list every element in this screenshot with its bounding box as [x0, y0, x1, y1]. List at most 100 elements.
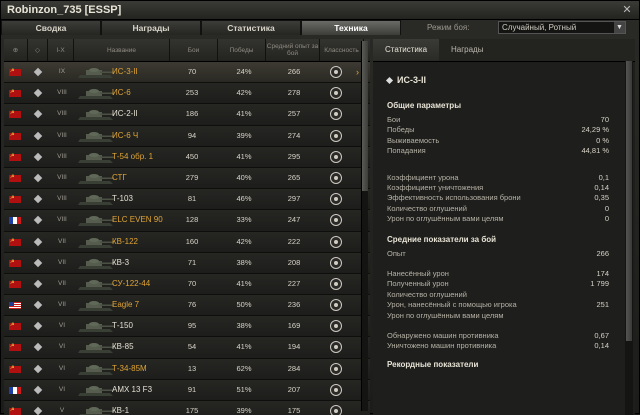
table-row[interactable]: VI Т-34-85М 13 62% 284 [4, 358, 370, 380]
table-row[interactable]: VIII Т-54 обр. 1 450 41% 295 [4, 146, 370, 168]
table-row[interactable]: VIII ИС-2-II 186 41% 257 [4, 104, 370, 126]
stat-label: Победы [387, 125, 415, 135]
tab-vehicles[interactable]: Техника [301, 20, 401, 35]
stat-value: 174 [596, 269, 609, 278]
avg-exp-value: 266 [287, 67, 301, 76]
battles-value: 175 [185, 406, 199, 415]
stat-label: Количество оглушений [387, 289, 467, 299]
column-avg-exp[interactable]: Средний опыт за бой [266, 39, 320, 61]
avg-exp-value: 265 [287, 172, 301, 182]
tank-image [76, 339, 116, 356]
panel-body: ИС-3-II Общие параметры Бои 70 Победы 24,29… [373, 61, 625, 415]
table-row[interactable]: V КВ-1 175 39% 175 [4, 401, 370, 415]
avg-exp-value: 169 [287, 321, 301, 331]
avg-exp-value: 278 [287, 88, 301, 98]
table-row[interactable]: VII КВ-122 160 42% 222 [4, 231, 370, 253]
section-general: Общие параметры [387, 101, 462, 110]
wins-value: 39% [236, 130, 252, 140]
battles-value: 71 [187, 257, 197, 267]
tab-awards[interactable]: Награды [101, 20, 201, 35]
section-average: Средние показатели за бой [387, 234, 497, 244]
tier-label: V [59, 407, 65, 414]
stat-line: Полученный урон 1 799 [387, 279, 609, 289]
vehicle-name: КВ-1 [112, 406, 130, 415]
mastery-badge-icon [330, 277, 342, 290]
tier-label: VI [58, 385, 66, 393]
vehicle-name: Eagle 7 [112, 300, 140, 310]
nation-flag-icon [9, 237, 21, 246]
stat-label: Урон по оглушённым вами целям [387, 310, 504, 320]
table-row[interactable]: VIII ИС-6 253 42% 278 [4, 83, 370, 105]
table-row[interactable]: VIII Т-103 81 46% 297 [4, 189, 370, 211]
tank-type-icon [33, 131, 43, 140]
table-row[interactable]: VII Eagle 7 76 50% 236 [4, 295, 370, 317]
battles-value: 253 [185, 88, 199, 98]
panel-scrollbar[interactable] [625, 61, 633, 415]
stat-label: Нанесённый урон [387, 269, 449, 278]
table-row[interactable]: VII КВ-3 71 38% 208 [4, 252, 370, 274]
column-battles[interactable]: Бои [170, 39, 218, 61]
stat-value: 0,1 [598, 172, 609, 182]
tier-label: VI [58, 322, 66, 330]
chevron-down-icon: ▼ [614, 22, 625, 33]
battles-value: 70 [187, 67, 197, 76]
nation-flag-icon [9, 321, 21, 331]
tank-type-icon [33, 322, 43, 331]
stat-value: 266 [596, 248, 609, 258]
vehicle-name: ИС-6 Ч [112, 130, 139, 140]
table-row[interactable]: VIII ELC EVEN 90 128 33% 247 [4, 210, 370, 232]
nation-flag-icon [9, 364, 21, 373]
table-row[interactable]: VI КВ-85 54 41% 194 [4, 337, 370, 359]
panel-tab-statistics[interactable]: Статистика [373, 39, 440, 61]
table-scrollbar[interactable] [361, 41, 368, 411]
wins-value: 38% [236, 257, 252, 267]
vehicle-name: Т-34-85М [112, 363, 147, 373]
table-row[interactable]: VIII СТГ 279 40% 265 [4, 167, 370, 190]
stat-line: Нанесённый урон 174 [387, 269, 609, 279]
battles-value: 76 [187, 300, 197, 310]
panel-scroll-thumb[interactable] [626, 61, 632, 341]
stat-line: Обнаружено машин противника 0,67 [387, 331, 609, 341]
mastery-badge-icon [330, 362, 342, 375]
stat-line: Урон, нанесённый с помощью игрока 251 [387, 300, 609, 310]
wins-value: 38% [236, 321, 252, 331]
tank-type-icon [33, 194, 43, 204]
wins-value: 33% [236, 215, 252, 225]
title-bar: Robinzon_735 [ESSP] ✕ [1, 1, 639, 20]
battles-value: 279 [185, 172, 199, 182]
avg-exp-value: 257 [287, 109, 301, 119]
stat-value: 0 [604, 203, 609, 213]
tank-type-icon [33, 279, 43, 289]
tank-image [76, 128, 116, 145]
column-name[interactable]: Название [74, 39, 170, 61]
panel-tab-awards[interactable]: Награды [439, 39, 495, 61]
table-row[interactable]: IX ИС-3-II 70 24% 266 › [4, 62, 370, 84]
table-row[interactable]: VI AMX 13 F3 91 51% 207 [4, 379, 370, 401]
wins-value: 62% [236, 363, 252, 373]
tab-statistics[interactable]: Статистика [201, 20, 301, 35]
table-row[interactable]: VI Т-150 95 38% 169 [4, 316, 370, 338]
tab-summary[interactable]: Сводка [1, 20, 101, 35]
nation-sort-icon[interactable]: ⊕ [4, 39, 28, 61]
nation-flag-icon [9, 217, 21, 225]
close-icon[interactable]: ✕ [621, 4, 633, 16]
vehicle-name: ИС-3-II [397, 75, 426, 85]
column-class[interactable]: Классность [320, 39, 364, 61]
tank-image [76, 191, 116, 208]
stat-label: Эффективность использования брони [387, 193, 521, 203]
column-wins[interactable]: Победы [218, 39, 266, 61]
avg-exp-value: 222 [287, 236, 301, 246]
tank-type-icon [33, 67, 43, 77]
nation-flag-icon [9, 194, 21, 204]
tier-sort-icon[interactable]: I-X [48, 39, 74, 61]
table-row[interactable]: VIII ИС-6 Ч 94 39% 274 [4, 125, 370, 147]
tier-label: VIII [57, 216, 67, 224]
tank-type-icon [33, 216, 43, 225]
scroll-thumb[interactable] [362, 41, 368, 191]
table-row[interactable]: VII СУ-122-44 70 41% 227 [4, 273, 370, 296]
vehicle-title: ИС-3-II [385, 75, 426, 85]
battle-mode-dropdown[interactable]: Случайный, Ротный ▼ [498, 21, 626, 34]
mastery-badge-icon [330, 150, 342, 163]
type-sort-icon[interactable]: ◇ [28, 39, 48, 61]
tier-label: VIII [57, 131, 67, 139]
